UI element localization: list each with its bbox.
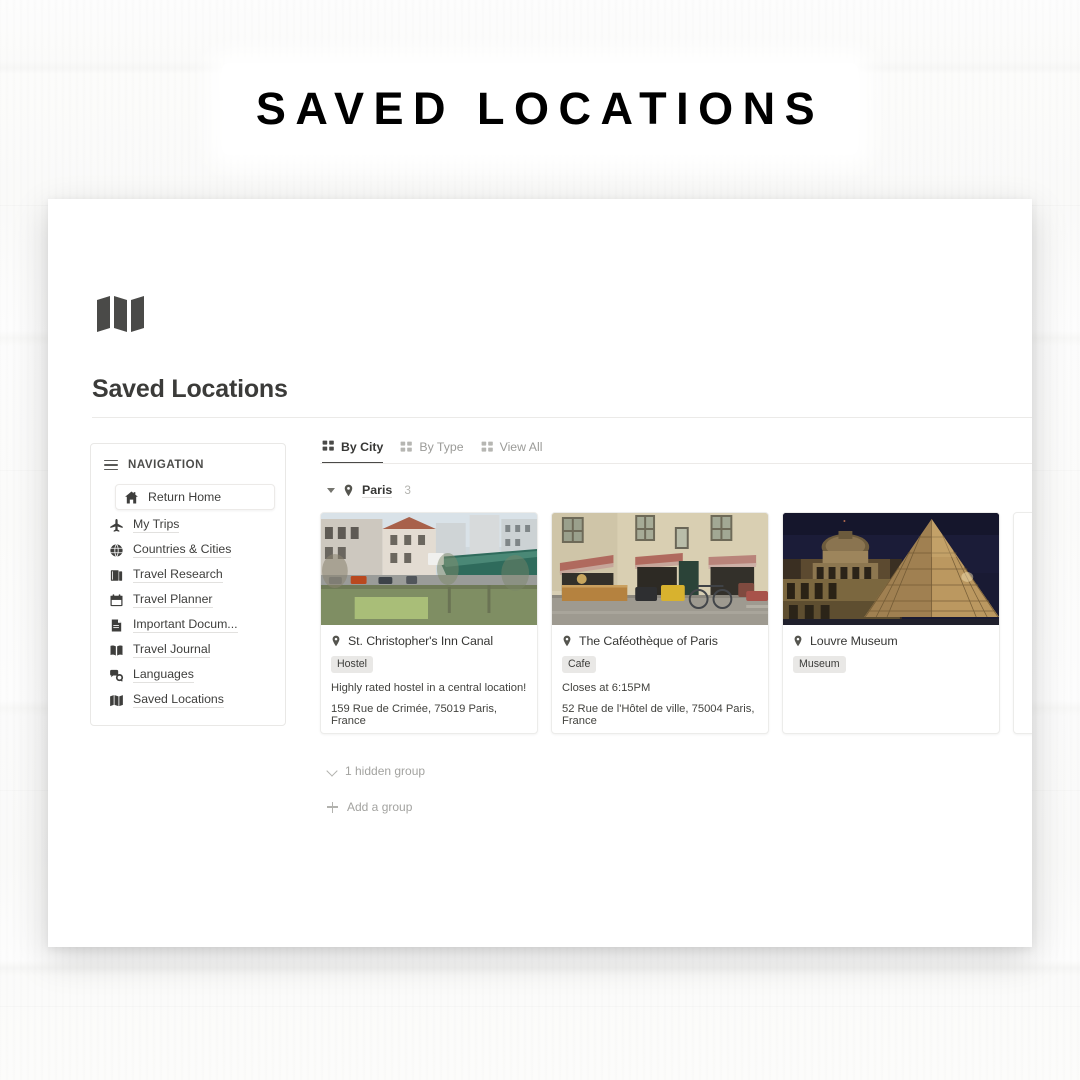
speech-bubbles-icon bbox=[109, 668, 124, 683]
card-title-row: The Caféothèque of Paris bbox=[562, 634, 758, 648]
tabs-divider bbox=[320, 463, 1032, 464]
tab-label: View All bbox=[499, 440, 543, 454]
location-gallery: St. Christopher's Inn Canal Hostel Highl… bbox=[320, 512, 1032, 734]
location-card[interactable]: Louvre Museum Museum bbox=[782, 512, 1000, 734]
paris-cafe-storefront-photo bbox=[552, 513, 768, 625]
sidebar-item-return-home[interactable]: Return Home bbox=[115, 484, 275, 510]
gallery-grid-icon bbox=[322, 440, 335, 453]
sidebar-item-label: Saved Locations bbox=[133, 692, 224, 708]
sidebar-item-languages[interactable]: Languages bbox=[101, 663, 275, 687]
card-tag: Museum bbox=[793, 656, 846, 673]
sidebar-item-label: Countries & Cities bbox=[133, 542, 232, 558]
title-divider bbox=[92, 417, 1032, 418]
map-pin-icon bbox=[343, 484, 354, 497]
tab-label: By Type bbox=[419, 440, 464, 454]
tab-view-all[interactable]: View All bbox=[481, 436, 543, 463]
hidden-group-label: 1 hidden group bbox=[345, 764, 426, 778]
globe-icon bbox=[109, 543, 124, 558]
louvre-pyramid-night-photo bbox=[783, 513, 999, 625]
group-header-paris[interactable]: Paris 3 bbox=[320, 481, 1032, 499]
sidebar-item-important-documents[interactable]: Important Docum... bbox=[101, 613, 275, 637]
map-pin-icon bbox=[793, 635, 803, 647]
sidebar-header: NAVIGATION bbox=[91, 455, 285, 475]
card-note: Highly rated hostel in a central locatio… bbox=[331, 682, 527, 694]
hidden-group-toggle[interactable]: 1 hidden group bbox=[327, 760, 1032, 782]
caret-down-icon[interactable] bbox=[327, 487, 335, 493]
plus-icon bbox=[327, 801, 338, 813]
books-icon bbox=[109, 568, 124, 583]
sidebar-heading: NAVIGATION bbox=[128, 459, 204, 471]
app-window: Saved Locations NAVIGATION Return Home M… bbox=[48, 199, 1032, 947]
sidebar-item-label: Important Docum... bbox=[133, 617, 238, 633]
page-title: Saved Locations bbox=[92, 375, 288, 403]
title-banner: SAVED LOCATIONS bbox=[222, 63, 858, 155]
card-title-row: St. Christopher's Inn Canal bbox=[331, 634, 527, 648]
gallery-grid-icon bbox=[400, 441, 413, 454]
location-card[interactable]: The Caféothèque of Paris Cafe Closes at … bbox=[551, 512, 769, 734]
card-note: Closes at 6:15PM bbox=[562, 682, 651, 694]
open-book-icon bbox=[109, 643, 124, 658]
tab-label: By City bbox=[341, 439, 384, 454]
add-group-label: Add a group bbox=[347, 800, 413, 814]
tab-by-type[interactable]: By Type bbox=[400, 436, 464, 463]
sidebar-item-countries-cities[interactable]: Countries & Cities bbox=[101, 538, 275, 562]
card-title-row: Louvre Museum bbox=[793, 634, 989, 648]
card-tag: Hostel bbox=[331, 656, 374, 673]
card-title: The Caféothèque of Paris bbox=[579, 634, 718, 648]
sidebar-item-travel-journal[interactable]: Travel Journal bbox=[101, 638, 275, 662]
canal-waterfront-buildings-photo bbox=[321, 513, 537, 625]
card-title: St. Christopher's Inn Canal bbox=[348, 634, 493, 648]
card-title: Louvre Museum bbox=[810, 634, 898, 648]
card-address: 159 Rue de Crimée, 75019 Paris, France bbox=[331, 703, 498, 727]
card-tag: Cafe bbox=[562, 656, 597, 673]
view-tabs: By City By Type View All bbox=[320, 435, 1032, 463]
airplane-icon bbox=[109, 518, 124, 533]
gallery-grid-icon bbox=[481, 441, 494, 454]
sidebar-item-travel-research[interactable]: Travel Research bbox=[101, 563, 275, 587]
add-group-button[interactable]: Add a group bbox=[327, 796, 1032, 818]
sidebar-item-label: Languages bbox=[133, 667, 194, 683]
chevron-down-icon bbox=[327, 767, 336, 776]
location-card[interactable]: St. Christopher's Inn Canal Hostel Highl… bbox=[320, 512, 538, 734]
sidebar-item-travel-planner[interactable]: Travel Planner bbox=[101, 588, 275, 612]
sidebar-item-label: My Trips bbox=[133, 517, 180, 533]
map-pin-icon bbox=[562, 635, 572, 647]
sidebar-item-label: Travel Journal bbox=[133, 642, 211, 658]
location-card-partial[interactable] bbox=[1013, 512, 1032, 734]
card-address: 52 Rue de l'Hôtel de ville, 75004 Paris,… bbox=[562, 703, 755, 727]
sidebar-item-label: Travel Planner bbox=[133, 592, 213, 608]
folded-map-icon bbox=[109, 693, 124, 708]
hamburger-icon[interactable] bbox=[104, 459, 118, 471]
map-pin-icon bbox=[331, 635, 341, 647]
sidebar-item-my-trips[interactable]: My Trips bbox=[101, 513, 275, 537]
sidebar-item-saved-locations[interactable]: Saved Locations bbox=[101, 688, 275, 712]
card-body: The Caféothèque of Paris Cafe Closes at … bbox=[552, 625, 768, 733]
navigation-sidebar: NAVIGATION Return Home My Trips Countrie… bbox=[90, 443, 286, 726]
group-name: Paris bbox=[362, 482, 393, 498]
sidebar-item-label: Return Home bbox=[148, 489, 222, 504]
tab-by-city[interactable]: By City bbox=[322, 436, 384, 463]
sidebar-item-label: Travel Research bbox=[133, 567, 223, 583]
group-count: 3 bbox=[404, 483, 411, 497]
sidebar-item-list: Return Home My Trips Countries & Cities … bbox=[91, 484, 285, 712]
document-icon bbox=[109, 618, 124, 633]
card-body: Louvre Museum Museum bbox=[783, 625, 999, 683]
footer-actions: 1 hidden group Add a group bbox=[320, 760, 1032, 818]
banner-title: SAVED LOCATIONS bbox=[255, 83, 825, 134]
folded-map-icon bbox=[95, 294, 147, 334]
main-content: By City By Type View All Paris 3 St. Chr… bbox=[320, 435, 1032, 832]
home-icon bbox=[124, 490, 139, 505]
calendar-icon bbox=[109, 593, 124, 608]
card-body: St. Christopher's Inn Canal Hostel Highl… bbox=[321, 625, 537, 733]
